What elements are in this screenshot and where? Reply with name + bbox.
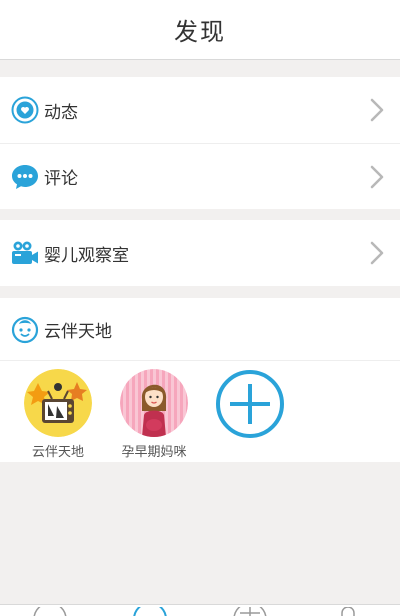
group-avatar-tv (24, 369, 92, 437)
chevron-right-icon (370, 98, 384, 122)
chevron-right-icon (370, 165, 384, 188)
community-header-row[interactable]: 云伴天地 (0, 298, 400, 360)
comments-row[interactable]: 评论 (0, 143, 400, 209)
group-label: 云伴天地 (31, 445, 84, 460)
plus-circle-icon[interactable] (216, 370, 284, 438)
baby-room-row[interactable]: 婴儿观察室 (0, 220, 400, 286)
baby-room-label: 婴儿观察室 (44, 245, 129, 266)
group-list: 云伴天地 孕早期妈咪 (0, 360, 400, 462)
discover-tab-icon[interactable] (132, 607, 168, 616)
bottom-tab-bar (0, 604, 400, 616)
group-label: 孕早期妈咪 (121, 445, 187, 460)
chevron-right-icon (370, 241, 384, 265)
discover-page: 发现 动态 评论 婴儿观察室 云伴天地 云伴天地 孕早期妈咪 (0, 0, 400, 616)
group-item[interactable]: 云伴天地 (24, 369, 120, 460)
comments-label: 评论 (44, 169, 78, 189)
group-avatar-mom (120, 369, 188, 437)
app-header: 发现 (0, 0, 400, 60)
menu-card-baby: 婴儿观察室 (0, 220, 400, 286)
group-item[interactable]: 孕早期妈咪 (120, 369, 216, 460)
page-title: 发现 (174, 18, 226, 46)
community-card: 云伴天地 云伴天地 孕早期妈咪 (0, 298, 400, 462)
profile-tab-icon[interactable] (336, 607, 360, 616)
chat-bubble-icon (10, 162, 40, 192)
moments-label: 动态 (44, 102, 78, 123)
home-tab-icon[interactable] (32, 607, 68, 616)
add-group-item[interactable] (216, 369, 312, 438)
menu-card-social: 动态 评论 (0, 77, 400, 209)
video-camera-icon (10, 238, 40, 268)
community-title: 云伴天地 (44, 321, 112, 342)
baby-face-icon (10, 314, 40, 344)
moments-row[interactable]: 动态 (0, 77, 400, 143)
heart-bubble-icon (10, 95, 40, 125)
globe-tab-icon[interactable] (232, 607, 268, 616)
